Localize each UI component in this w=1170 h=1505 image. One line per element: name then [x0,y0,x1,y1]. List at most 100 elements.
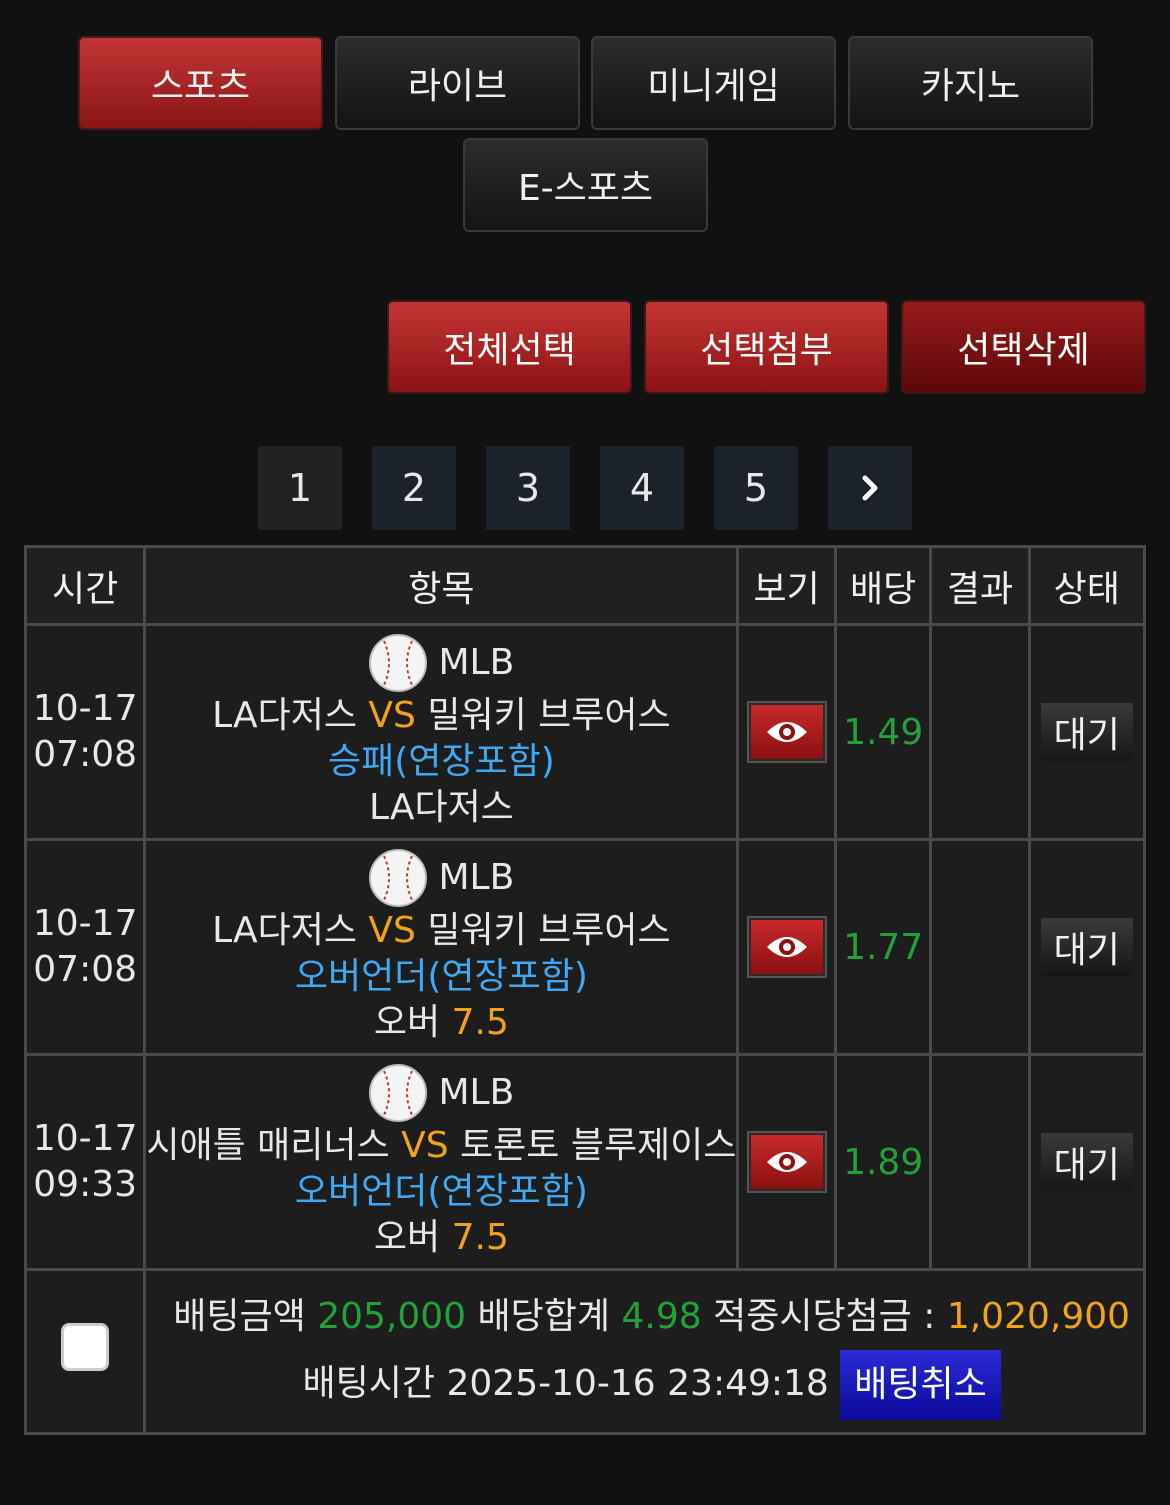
row-status-cell: 대기 [1027,623,1147,841]
pagination: 1 2 3 4 5 [258,446,912,530]
header-result: 결과 [929,545,1031,626]
row-time: 09:33 [33,1164,138,1205]
row-view-cell [736,623,837,841]
eye-icon [766,722,807,742]
row-result [929,1053,1031,1271]
select-all-button[interactable]: 전체선택 [387,300,632,394]
eye-icon [766,1152,807,1172]
home-team: LA다저스 [212,910,357,951]
row-date: 10-17 [32,688,138,729]
table-row: 10-17 07:08 MLB LA다저스 VS 밀워키 브루어스 [23,838,1147,1056]
header-item: 항목 [143,545,740,626]
header-status: 상태 [1027,545,1147,626]
vs-label: VS [368,695,416,736]
bet-amount-label: 배팅금액 [173,1295,306,1337]
league-line: MLB [146,1063,736,1123]
row-item-cell: MLB 시애틀 매리너스 VS 토론토 블루제이스 오버언더(연장포함) 오버 … [143,1053,740,1271]
row-time: 07:08 [33,949,138,990]
row-time-cell: 10-17 07:08 [23,838,147,1056]
payout-label: 적중시당첨금 : [713,1295,936,1337]
matchup: LA다저스 VS 밀워키 브루어스 [146,908,736,954]
header-time: 시간 [23,545,147,626]
view-button[interactable] [746,1131,827,1193]
row-date: 10-17 [32,1118,138,1159]
status-badge: 대기 [1040,918,1133,976]
page-3-button[interactable]: 3 [486,446,570,530]
league-name: MLB [438,642,515,683]
row-status-cell: 대기 [1027,1053,1147,1271]
row-view-cell [736,1053,837,1271]
view-button[interactable] [746,916,827,978]
row-odds: 1.77 [833,838,933,1056]
pick-value: 7.5 [451,1002,509,1043]
league-line: MLB [146,633,736,693]
header-view: 보기 [736,545,837,626]
market-type: 오버언더(연장포함) [294,956,588,997]
baseball-icon [369,849,428,907]
row-result [929,838,1031,1056]
row-odds: 1.89 [833,1053,933,1271]
table-row: 10-17 09:33 MLB 시애틀 매리너스 VS 토론토 블루제이스 오버… [23,1053,1147,1271]
away-team: 토론토 블루제이스 [460,1125,737,1166]
home-team: 시애틀 매리너스 [146,1125,390,1166]
pick: 오버 [373,1002,441,1043]
tab-live[interactable]: 라이브 [335,36,580,130]
row-date: 10-17 [32,903,138,944]
matchup: 시애틀 매리너스 VS 토론토 블루제이스 [146,1123,736,1169]
pick: LA다저스 [368,787,514,828]
tab-sports[interactable]: 스포츠 [78,36,323,130]
row-time-cell: 10-17 07:08 [23,623,147,841]
away-team: 밀워키 브루어스 [427,695,671,736]
away-team: 밀워키 브루어스 [427,910,671,951]
payout-amount: 1,020,900 [946,1295,1131,1337]
pick-line: 오버 7.5 [146,1000,736,1046]
tab-casino[interactable]: 카지노 [848,36,1093,130]
status-badge: 대기 [1040,703,1133,761]
table-row: 10-17 07:08 MLB LA다저스 VS 밀워키 브루어스 [23,623,1147,841]
page-2-button[interactable]: 2 [372,446,456,530]
row-item-cell: MLB LA다저스 VS 밀워키 브루어스 오버언더(연장포함) 오버 7.5 [143,838,740,1056]
total-odds: 4.98 [621,1295,702,1337]
bet-time: 2025-10-16 23:49:18 [446,1362,829,1404]
select-checkbox[interactable] [61,1323,110,1371]
table-header-row: 시간 항목 보기 배당 결과 상태 [23,545,1147,626]
tab-minigame[interactable]: 미니게임 [591,36,836,130]
total-odds-label: 배당합계 [477,1295,611,1337]
summary-amount-line: 배팅금액 205,000 배당합계 4.98 적중시당첨금 : 1,020,90… [160,1284,1143,1350]
league-name: MLB [438,1072,515,1113]
baseball-icon [369,634,428,692]
bet-time-label: 배팅시간 [302,1362,436,1404]
row-item-cell: MLB LA다저스 VS 밀워키 브루어스 승패(연장포함) LA다저스 [143,623,740,841]
pick-line: 오버 7.5 [146,1215,736,1261]
next-page-button[interactable] [828,446,912,530]
chevron-right-icon [862,475,878,501]
header-odds: 배당 [833,545,933,626]
delete-selected-button[interactable]: 선택삭제 [901,300,1146,394]
row-time: 07:08 [33,734,138,775]
market-type: 승패(연장포함) [327,741,555,782]
page-4-button[interactable]: 4 [600,446,684,530]
page-1-button[interactable]: 1 [258,446,342,530]
row-view-cell [736,838,837,1056]
status-badge: 대기 [1040,1133,1133,1191]
row-status-cell: 대기 [1027,838,1147,1056]
row-odds: 1.49 [833,623,933,841]
tab-esports[interactable]: E-스포츠 [463,138,708,232]
home-team: LA다저스 [212,695,357,736]
pick-line: LA다저스 [146,785,736,831]
view-button[interactable] [746,701,827,763]
summary-cell: 배팅금액 205,000 배당합계 4.98 적중시당첨금 : 1,020,90… [143,1268,1146,1435]
pick-value: 7.5 [451,1217,509,1258]
baseball-icon [369,1064,428,1122]
matchup: LA다저스 VS 밀워키 브루어스 [146,693,736,739]
page-5-button[interactable]: 5 [714,446,798,530]
cancel-bet-button[interactable]: 배팅취소 [840,1349,1001,1420]
bet-amount: 205,000 [317,1295,467,1337]
attach-selected-button[interactable]: 선택첨부 [644,300,889,394]
league-name: MLB [438,857,515,898]
eye-icon [766,937,807,957]
vs-label: VS [368,910,416,951]
summary-time-line: 배팅시간 2025-10-16 23:49:18 배팅취소 [160,1349,1143,1420]
row-result [929,623,1031,841]
pick: 오버 [373,1217,441,1258]
